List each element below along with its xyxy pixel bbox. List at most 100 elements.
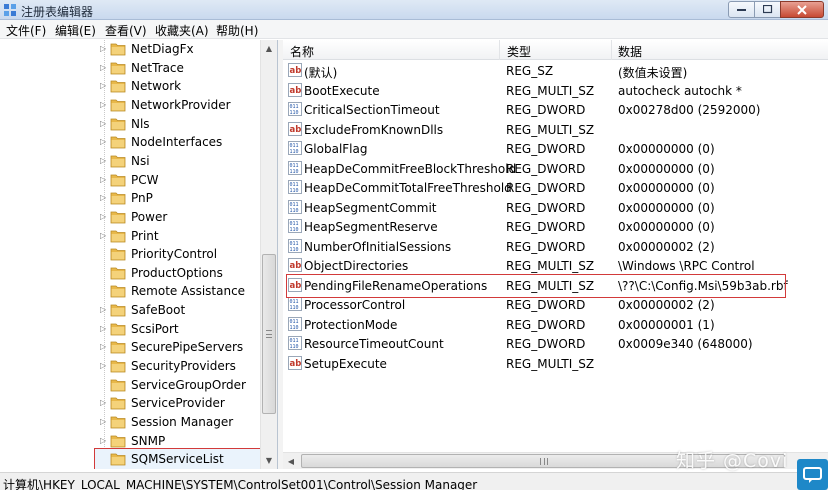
- tree-scroll-thumb[interactable]: [262, 254, 276, 414]
- value-row[interactable]: ab BootExecute REG_MULTI_SZ autocheck autoc…: [283, 81, 828, 101]
- tree-item[interactable]: ▷ Print: [0, 227, 260, 245]
- value-row[interactable]: 011 110 HeapSegmentCommit REG_DWORD 0x000000…: [283, 198, 828, 218]
- value-row[interactable]: 011 110 HeapDeCommitFreeBlockThreshold REG_…: [283, 159, 828, 179]
- tree-item[interactable]: ▷ SecurePipeServers: [0, 338, 260, 356]
- value-row[interactable]: 011 110 HeapDeCommitTotalFreeThreshold REG_…: [283, 178, 828, 198]
- expand-arrow-icon[interactable]: ▷: [100, 231, 106, 240]
- menu-view[interactable]: 查看(V): [105, 22, 147, 39]
- title-bar: 注册表编辑器: [0, 0, 828, 20]
- tree-item[interactable]: ▷ Session Manager: [0, 413, 260, 431]
- expand-arrow-icon[interactable]: ▷: [100, 45, 106, 53]
- expand-arrow-icon[interactable]: ▷: [100, 175, 106, 184]
- binary-value-icon: 011110: [288, 238, 302, 253]
- tree-item[interactable]: ▷ Nsi: [0, 152, 260, 170]
- value-row[interactable]: ab (默认) REG_SZ (数值未设置): [283, 61, 828, 81]
- value-row[interactable]: 011 110 GlobalFlag REG_DWORD 0x00000000 (0): [283, 139, 828, 159]
- tree-item-label: SecurePipeServers: [131, 340, 244, 355]
- tree-item[interactable]: ProductOptions: [0, 264, 260, 282]
- tree-item-label: Remote Assistance: [131, 284, 246, 299]
- tree-item[interactable]: ▷ ScsiPort: [0, 320, 260, 338]
- minimize-button[interactable]: [728, 1, 755, 18]
- scroll-up-arrow[interactable]: ▲: [261, 40, 277, 57]
- menu-edit[interactable]: 编辑(E): [55, 22, 96, 39]
- tree-item[interactable]: ▷ NetTrace: [0, 59, 260, 77]
- column-header-type[interactable]: 类型: [507, 43, 531, 60]
- tree-item-label: NetworkProvider: [131, 97, 231, 112]
- tree-item-label: Nls: [131, 116, 150, 131]
- scroll-left-arrow[interactable]: ◀: [283, 453, 299, 470]
- tree-item[interactable]: ▷ Power: [0, 208, 260, 226]
- value-name: HeapDeCommitFreeBlockThreshold: [304, 161, 517, 176]
- value-data: 0x00000001 (1): [618, 317, 715, 332]
- tree-item-label: ScsiPort: [131, 321, 179, 336]
- value-row[interactable]: ab ObjectDirectories REG_MULTI_SZ \Windows …: [283, 256, 828, 276]
- expand-arrow-icon[interactable]: ▷: [100, 324, 106, 333]
- menu-favorites[interactable]: 收藏夹(A): [155, 22, 209, 39]
- value-name: BootExecute: [304, 83, 380, 98]
- expand-arrow-icon[interactable]: ▷: [100, 100, 106, 109]
- maximize-button[interactable]: [754, 1, 781, 18]
- tree-item[interactable]: ▷ SecurityProviders: [0, 357, 260, 375]
- scroll-down-arrow[interactable]: ▼: [261, 452, 277, 469]
- expand-arrow-icon[interactable]: ▷: [100, 212, 106, 221]
- expand-arrow-icon[interactable]: ▷: [100, 63, 106, 72]
- menu-help[interactable]: 帮助(H): [216, 22, 258, 39]
- tree-item[interactable]: ▷ Network: [0, 77, 260, 95]
- tree-item[interactable]: PriorityControl: [0, 245, 260, 263]
- svg-text:110: 110: [290, 188, 299, 194]
- column-header-name[interactable]: 名称: [290, 43, 314, 60]
- tree-item[interactable]: SQMServiceList: [0, 450, 260, 468]
- value-row[interactable]: ab ExcludeFromKnownDlls REG_MULTI_SZ: [283, 120, 828, 140]
- menu-file[interactable]: 文件(F): [6, 22, 46, 39]
- value-row[interactable]: 011 110 HeapSegmentReserve REG_DWORD 0x00000…: [283, 217, 828, 237]
- value-row[interactable]: 011 110 CriticalSectionTimeout REG_DWORD 0x0…: [283, 100, 828, 120]
- value-name: HeapSegmentReserve: [304, 220, 438, 234]
- key-tree-pane[interactable]: ▷ NetDiagFx ▷ NetTrace ▷ Network ▷ NetworkProvi…: [0, 40, 278, 469]
- tree-item[interactable]: ▷ SafeBoot: [0, 301, 260, 319]
- expand-arrow-icon[interactable]: ▷: [100, 418, 106, 426]
- tree-item[interactable]: Remote Assistance: [0, 282, 260, 300]
- value-name: HeapDeCommitTotalFreeThreshold: [304, 181, 512, 195]
- expand-arrow-icon[interactable]: ▷: [100, 82, 106, 90]
- tree-vertical-scrollbar[interactable]: ▲ ▼: [260, 40, 277, 469]
- tree-item[interactable]: ▷ SNMP: [0, 432, 260, 450]
- tree-item-label: Power: [131, 209, 168, 224]
- minimize-icon: [736, 8, 746, 11]
- svg-text:110: 110: [290, 208, 299, 214]
- value-row[interactable]: ab SetupExecute REG_MULTI_SZ: [283, 354, 828, 374]
- tree-item-label: ServiceGroupOrder: [131, 377, 246, 392]
- expand-arrow-icon[interactable]: ▷: [100, 156, 106, 165]
- value-row[interactable]: 011 110 ResourceTimeoutCount REG_DWORD 0x000…: [283, 334, 828, 354]
- value-name: HeapSegmentCommit: [304, 200, 437, 215]
- values-list-pane[interactable]: 名称 类型 数据 ab (默认) REG_SZ (数值未设置) ab BootExecut…: [283, 40, 828, 469]
- svg-text:110: 110: [290, 110, 299, 116]
- tree-item[interactable]: ▷ PCW: [0, 171, 260, 189]
- folder-icon: [110, 416, 126, 429]
- value-row[interactable]: 011 110 ProtectionMode REG_DWORD 0x00000001 …: [283, 315, 828, 335]
- folder-icon: [110, 43, 126, 56]
- expand-arrow-icon[interactable]: ▷: [100, 194, 106, 202]
- expand-arrow-icon[interactable]: ▷: [100, 362, 106, 370]
- maximize-icon: [762, 5, 772, 14]
- expand-arrow-icon[interactable]: ▷: [100, 306, 106, 314]
- expand-arrow-icon[interactable]: ▷: [100, 119, 106, 128]
- expand-arrow-icon[interactable]: ▷: [100, 343, 106, 351]
- tree-item[interactable]: ▷ Nls: [0, 115, 260, 133]
- tree-item[interactable]: ServiceGroupOrder: [0, 376, 260, 394]
- tree-item[interactable]: ▷ PnP: [0, 189, 260, 207]
- tree-item[interactable]: ▷ NodeInterfaces: [0, 133, 260, 151]
- column-header-data[interactable]: 数据: [618, 43, 642, 60]
- close-button[interactable]: [780, 1, 824, 18]
- tree-item-label: PCW: [131, 172, 159, 187]
- expand-arrow-icon[interactable]: ▷: [100, 436, 106, 445]
- svg-text:110: 110: [290, 169, 299, 175]
- expand-arrow-icon[interactable]: ▷: [100, 138, 106, 146]
- list-header: 名称 类型 数据: [283, 40, 828, 60]
- tree-item[interactable]: ▷ ServiceProvider: [0, 394, 260, 412]
- tree-item[interactable]: ▷ NetDiagFx: [0, 40, 260, 58]
- value-row[interactable]: 011 110 NumberOfInitialSessions REG_DWORD 0x…: [283, 237, 828, 257]
- value-data: \Windows \RPC Control: [618, 259, 755, 273]
- tree-item[interactable]: ▷ NetworkProvider: [0, 96, 260, 114]
- expand-arrow-icon[interactable]: ▷: [100, 399, 106, 407]
- svg-text:110: 110: [290, 305, 299, 311]
